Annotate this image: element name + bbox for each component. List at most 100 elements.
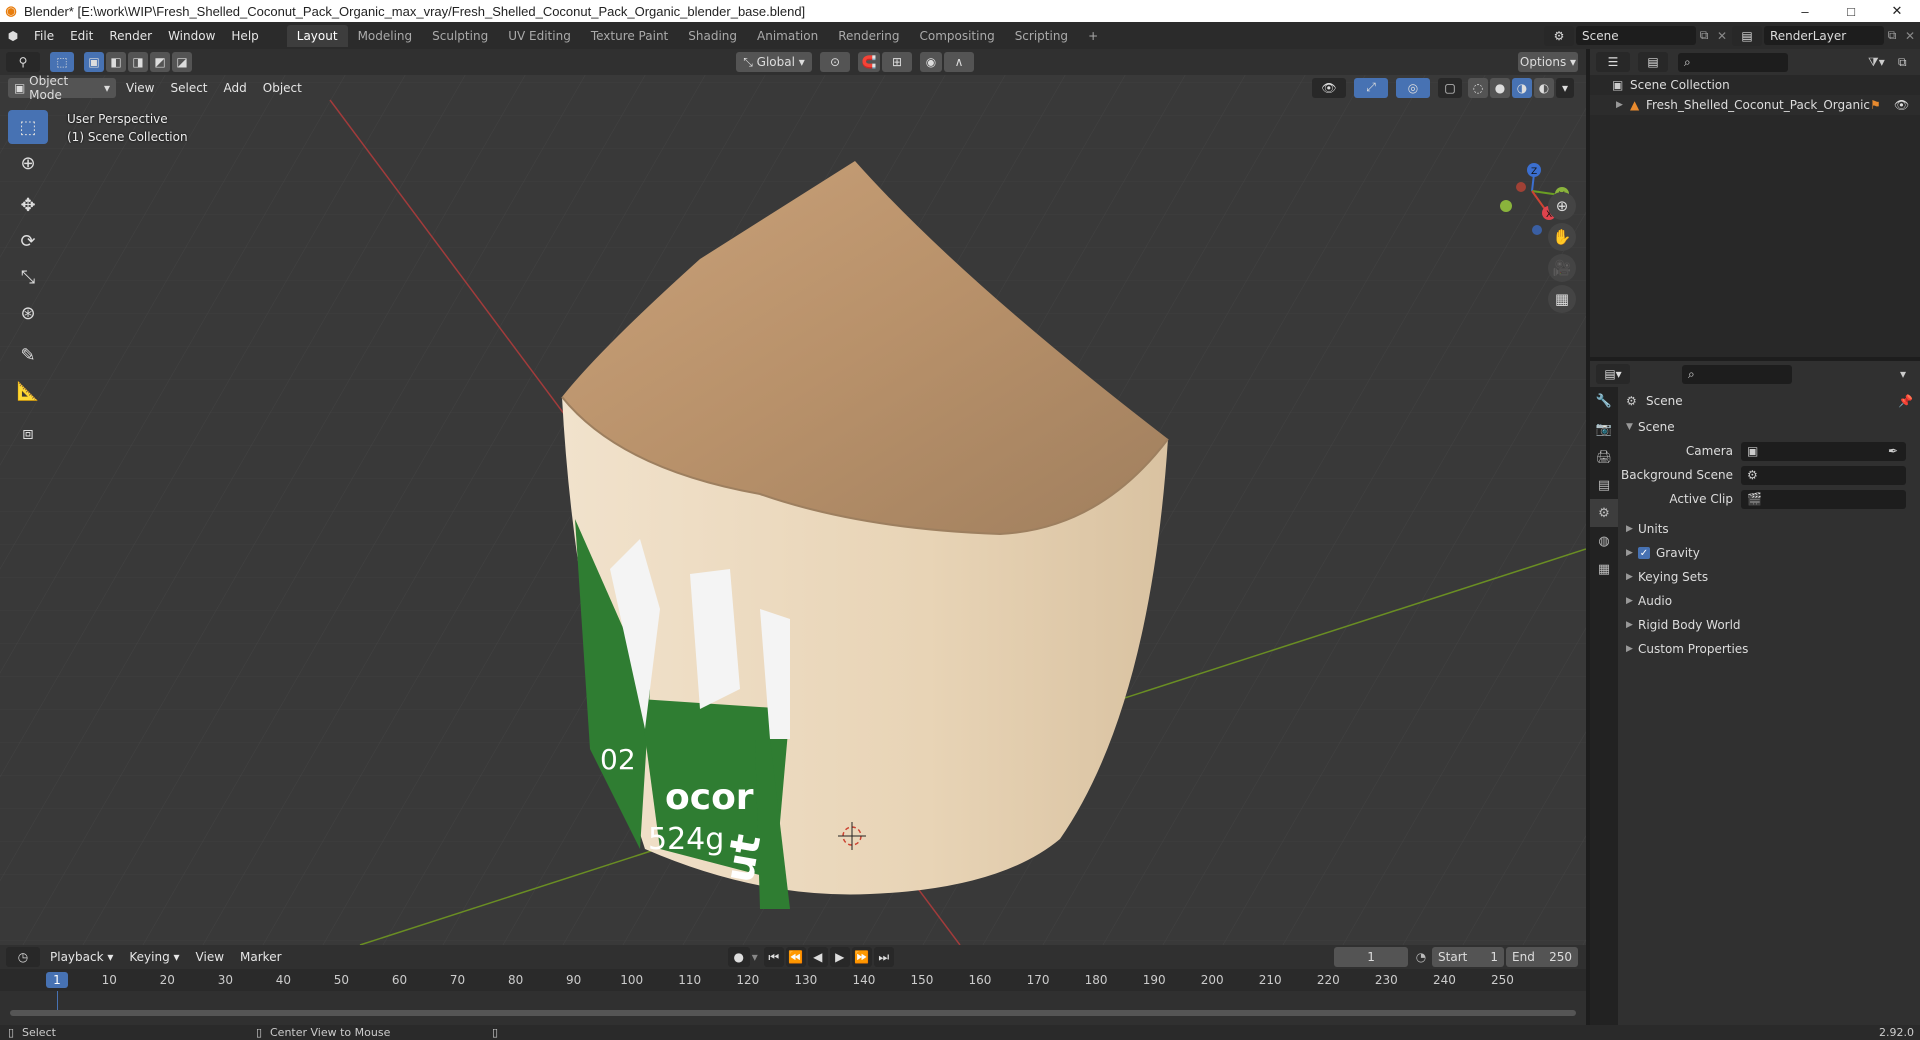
options-dropdown[interactable]: Options ▾ — [1518, 52, 1578, 72]
prev-keyframe-icon[interactable]: ⏪ — [785, 947, 806, 967]
close-button[interactable]: ✕ — [1874, 3, 1920, 19]
shading-material-icon[interactable]: ◑ — [1512, 77, 1532, 98]
menu-edit[interactable]: Edit — [62, 29, 101, 43]
start-frame-field[interactable]: Start 1 — [1432, 947, 1505, 967]
display-mode-icon[interactable]: ▤ — [1638, 52, 1668, 72]
background-scene-field[interactable]: ⚙ — [1741, 465, 1906, 485]
minimize-button[interactable]: – — [1782, 4, 1828, 19]
select-invert-icon[interactable]: ◩ — [150, 52, 170, 72]
tab-modeling[interactable]: Modeling — [348, 25, 423, 47]
select-subtract-icon[interactable]: ◨ — [128, 52, 148, 72]
record-icon[interactable]: ● — [727, 947, 750, 967]
transform-tool-icon[interactable]: ⊛ — [8, 296, 48, 330]
record-options-icon[interactable]: ▾ — [752, 950, 764, 964]
tab-shading[interactable]: Shading — [678, 25, 747, 47]
add-cube-tool-icon[interactable]: ⧈ — [8, 416, 48, 450]
shading-wireframe-icon[interactable]: ◌ — [1468, 77, 1488, 98]
menu-file[interactable]: File — [26, 29, 62, 43]
properties-options-icon[interactable]: ▾ — [1900, 367, 1920, 381]
timeline-menu-view[interactable]: View — [188, 950, 232, 964]
transform-orientation-dropdown[interactable]: ⤡ Global ▾ — [736, 52, 812, 72]
visibility-icon[interactable]: 👁 — [1312, 77, 1346, 98]
next-keyframe-icon[interactable]: ⏩ — [851, 947, 872, 967]
timeline-menu-playback[interactable]: Playback ▾ — [42, 950, 121, 964]
add-workspace-button[interactable]: + — [1078, 25, 1108, 47]
pivot-point-icon[interactable]: ⊙ — [820, 52, 850, 72]
view-layer-browse-icon[interactable]: ▤ — [1732, 25, 1762, 46]
select-new-icon[interactable]: ▣ — [84, 52, 104, 72]
viewport-menu-object[interactable]: Object — [255, 81, 310, 95]
3d-viewport[interactable]: ocor 524g ut 02 Z Y X ⚲ ⬚ ▣ — [0, 49, 1586, 945]
select-tool-icon[interactable]: ⬚ — [8, 110, 48, 144]
jump-end-icon[interactable]: ⏭ — [873, 947, 894, 967]
view-layer-tab-icon[interactable]: ▤ — [1590, 471, 1618, 499]
render-layer-selector[interactable]: RenderLayer — [1764, 26, 1884, 45]
scene-panel-header[interactable]: ▼ Scene — [1618, 415, 1920, 439]
expand-arrow-icon[interactable]: ▶ — [1616, 100, 1630, 110]
viewport-menu-select[interactable]: Select — [162, 81, 215, 95]
custom-properties-panel[interactable]: ▶ Custom Properties — [1618, 637, 1920, 661]
scale-tool-icon[interactable]: ⤡ — [8, 260, 48, 294]
timeline-menu-keying[interactable]: Keying ▾ — [121, 950, 187, 964]
eyedropper-icon[interactable]: ✒ — [1888, 444, 1906, 458]
shading-solid-icon[interactable]: ● — [1490, 77, 1510, 98]
tab-scripting[interactable]: Scripting — [1005, 25, 1078, 47]
keying-sets-panel[interactable]: ▶ Keying Sets — [1618, 565, 1920, 589]
texture-tab-icon[interactable]: ▦ — [1590, 555, 1618, 583]
jump-start-icon[interactable]: ⏮ — [763, 947, 784, 967]
new-view-layer-icon[interactable]: ⧉ — [1884, 28, 1900, 43]
play-icon[interactable]: ▶ — [829, 947, 850, 967]
properties-search-input[interactable]: ⌕ — [1682, 364, 1792, 384]
new-collection-icon[interactable]: ⧉ — [1898, 55, 1920, 70]
properties-editor-type-icon[interactable]: ▤▾ — [1596, 364, 1630, 384]
units-panel[interactable]: ▶ Units — [1618, 517, 1920, 541]
measure-tool-icon[interactable]: 📐 — [8, 374, 48, 408]
camera-field[interactable]: ▣ ✒ — [1741, 441, 1906, 461]
rotate-tool-icon[interactable]: ⟳ — [8, 224, 48, 258]
output-tab-icon[interactable]: 🖨 — [1590, 443, 1618, 471]
xray-toggle-icon[interactable]: ▢ — [1438, 77, 1462, 98]
move-tool-icon[interactable]: ✥ — [8, 188, 48, 222]
delete-scene-icon[interactable]: ✕ — [1712, 29, 1732, 43]
tab-uv-editing[interactable]: UV Editing — [498, 25, 581, 47]
tab-sculpting[interactable]: Sculpting — [422, 25, 498, 47]
cursor-tool-icon[interactable]: ⊕ — [8, 146, 48, 180]
visibility-eye-icon[interactable]: 👁 — [1894, 98, 1920, 112]
current-frame-field[interactable]: 1 — [1334, 947, 1409, 967]
play-reverse-icon[interactable]: ◀ — [807, 947, 828, 967]
tool-tab-icon[interactable]: 🔧 — [1590, 387, 1618, 415]
select-box-tool-icon[interactable]: ⬚ — [50, 52, 74, 72]
outliner-editor-type-icon[interactable]: ☰ — [1596, 52, 1630, 72]
camera-view-icon[interactable]: 🎥 — [1548, 254, 1576, 282]
preview-range-icon[interactable]: ◔ — [1410, 950, 1432, 964]
viewport-menu-view[interactable]: View — [118, 81, 162, 95]
editor-type-icon[interactable]: ⚲ — [6, 52, 40, 72]
zoom-icon[interactable]: ⊕ — [1548, 192, 1576, 220]
menu-help[interactable]: Help — [223, 29, 266, 43]
tab-layout[interactable]: Layout — [286, 24, 348, 47]
outliner-search-input[interactable]: ⌕ — [1678, 52, 1788, 72]
timeline-editor-type-icon[interactable]: ◷ — [6, 947, 40, 967]
world-tab-icon[interactable]: ◍ — [1590, 527, 1618, 555]
new-scene-icon[interactable]: ⧉ — [1696, 28, 1712, 43]
mode-dropdown[interactable]: ▣ Object Mode ▾ — [8, 74, 116, 102]
tab-animation[interactable]: Animation — [747, 25, 828, 47]
outliner-row-scene-collection[interactable]: ▣ Scene Collection — [1590, 75, 1920, 95]
shading-options-icon[interactable]: ▾ — [1556, 77, 1574, 98]
shading-rendered-icon[interactable]: ◐ — [1534, 77, 1554, 98]
scene-selector[interactable]: Scene — [1576, 26, 1696, 45]
pin-icon[interactable]: 📌 — [1898, 394, 1920, 408]
delete-view-layer-icon[interactable]: ✕ — [1900, 29, 1920, 43]
snap-target-icon[interactable]: ⊞ — [882, 52, 912, 72]
filter-icon[interactable]: ⧩▾ — [1868, 55, 1898, 70]
rigid-body-world-panel[interactable]: ▶ Rigid Body World — [1618, 613, 1920, 637]
scene-tab-icon[interactable]: ⚙ — [1590, 499, 1618, 527]
gizmo-toggle-icon[interactable]: ⤢ — [1354, 77, 1388, 98]
timeline-scrollbar[interactable] — [10, 1010, 1576, 1016]
menu-window[interactable]: Window — [160, 29, 223, 43]
select-intersect-icon[interactable]: ◪ — [172, 52, 192, 72]
proportional-edit-icon[interactable]: ◉ — [920, 52, 942, 72]
pan-hand-icon[interactable]: ✋ — [1548, 223, 1576, 251]
maximize-button[interactable]: □ — [1828, 4, 1874, 19]
ortho-toggle-icon[interactable]: ▦ — [1548, 285, 1576, 313]
